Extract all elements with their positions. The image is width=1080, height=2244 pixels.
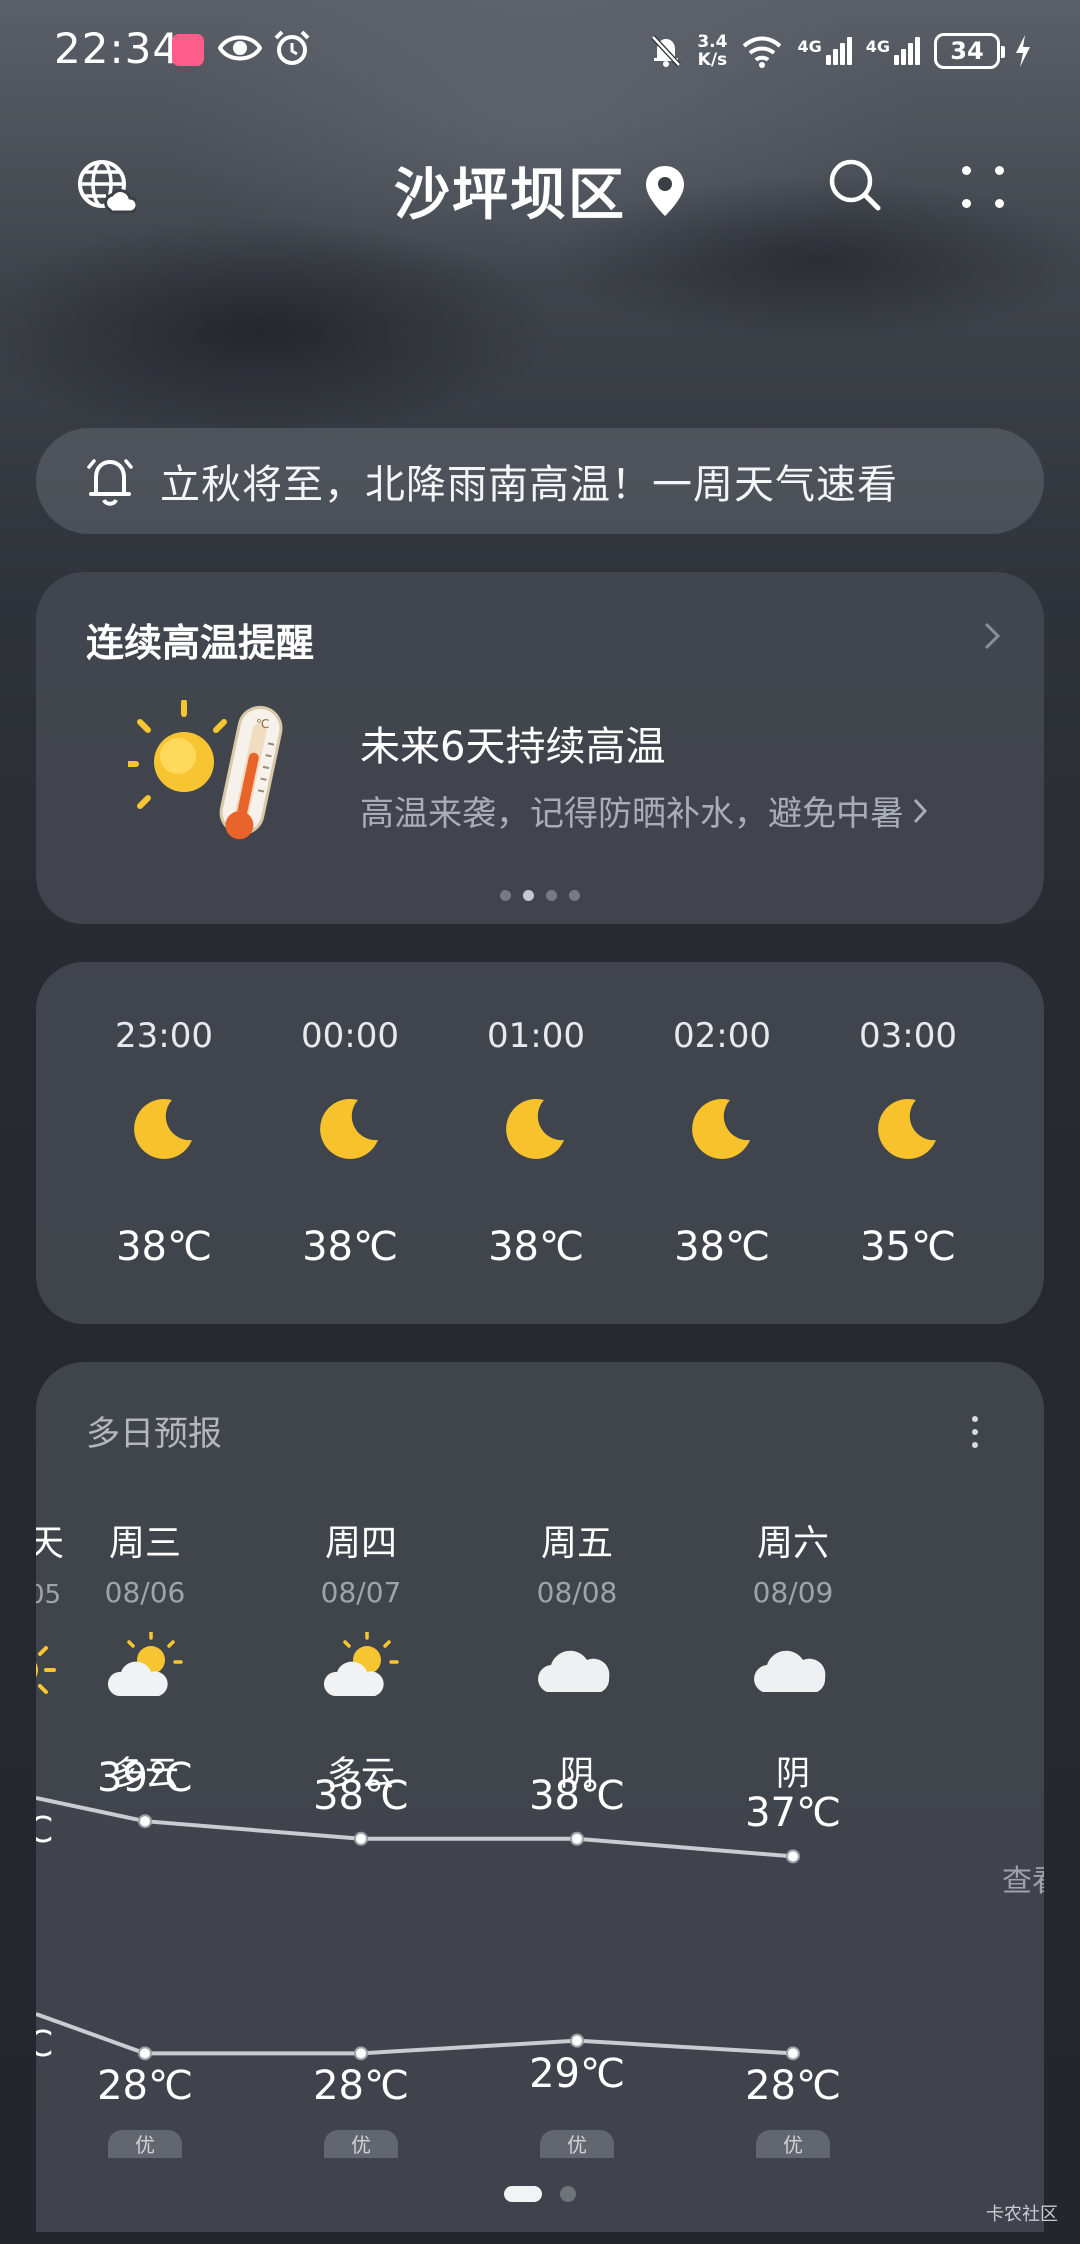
hourly-forecast-card[interactable]: 23:00 38℃ 00:00 38℃ 01:00 38℃ 02:00 38℃ 03:00 35℃…: [36, 962, 1044, 1324]
view-more-link[interactable]: 查看: [1002, 1856, 1044, 1900]
moon-icon: [876, 1096, 940, 1164]
city-selector[interactable]: 沙坪坝区: [394, 150, 686, 231]
carousel-dot: [500, 890, 511, 901]
watermark: 卡农社区: [986, 2204, 1058, 2225]
aqi-badge: 优: [108, 2130, 182, 2158]
news-headline: 立秋将至，北降雨南高温！一周天气速看: [160, 462, 898, 508]
hourly-item: 04 3: [1014, 962, 1044, 1324]
carousel-dot: [546, 890, 557, 901]
aqi-badge: 优: [756, 2130, 830, 2158]
hourly-item: 00:00 38℃: [270, 962, 430, 1324]
hourly-item: 03:00 35℃: [828, 962, 988, 1324]
day-weather: 阴: [776, 1754, 810, 1794]
hourly-time: 02:00: [673, 1016, 771, 1056]
city-name: 沙坪坝区: [394, 163, 626, 228]
aqi-badge: 优: [540, 2130, 614, 2158]
sun-thermometer-icon: ℃: [128, 700, 283, 840]
hourly-temp: 38℃: [674, 1224, 770, 1270]
hourly-time: 04: [1014, 1016, 1044, 1056]
hourly-temp: 35℃: [860, 1224, 956, 1270]
hourly-time: 03:00: [859, 1016, 957, 1056]
alarm-icon: [274, 30, 310, 65]
chevron-right-icon[interactable]: [982, 620, 1002, 652]
day-name: 周六: [756, 1523, 829, 1564]
carousel-dot: [569, 890, 580, 901]
hourly-item: 23:00 38℃: [84, 962, 244, 1324]
moon-icon: [504, 1096, 568, 1164]
day-low-temp: 28℃: [97, 2063, 193, 2110]
daily-item[interactable]: 周三 08/06 多云 39℃ 28℃ 优: [55, 1362, 235, 2232]
location-pin-icon: [646, 165, 684, 216]
moon-icon: [132, 1096, 196, 1164]
page-dot-active: [504, 2186, 542, 2202]
heat-alert-card[interactable]: 连续高温提醒 ℃ 未来6天持续高温 高温来袭，记得防晒补水，避免中暑: [36, 572, 1044, 924]
day-date: 08/06: [104, 1576, 186, 1609]
search-icon[interactable]: [826, 156, 886, 216]
hourly-temp: 38℃: [488, 1224, 584, 1270]
bell-icon: [87, 459, 133, 506]
hourly-time: 01:00: [487, 1016, 585, 1056]
day-high-temp: 37℃: [745, 1790, 841, 1837]
news-banner[interactable]: 立秋将至，北降雨南高温！一周天气速看: [36, 428, 1044, 534]
carousel-indicator: [36, 890, 1044, 901]
wifi-icon: [743, 36, 782, 68]
day-date: 08/08: [536, 1576, 618, 1609]
daily-item[interactable]: 周五 08/08 阴 38℃ 29℃ 优: [487, 1362, 667, 2232]
aqi-badge: 优: [324, 2130, 398, 2158]
daily-forecast-card[interactable]: 多日预报 天 05 C C 查看 周三08/06多云39℃28℃优周四08/07…: [36, 1362, 1044, 2232]
charging-icon: [1016, 35, 1030, 67]
chevron-right-icon: [913, 798, 928, 823]
daily-item[interactable]: 周四 08/07 多云 38℃ 28℃ 优: [271, 1362, 451, 2232]
mute-bell-icon: [651, 35, 682, 67]
status-bar: 22:34 3.4 K/s 4G 4G 34: [0, 0, 1080, 100]
hourly-item: 02:00 38℃: [642, 962, 802, 1324]
eye-icon: [218, 35, 262, 61]
battery-indicator: 34: [934, 33, 1005, 69]
partly-cloudy-icon: [105, 1630, 185, 1706]
hourly-temp: 38℃: [302, 1224, 398, 1270]
day-low-temp: 28℃: [313, 2063, 409, 2110]
cloud-icon: [537, 1632, 617, 1706]
net-speed: 3.4 K/s: [697, 32, 728, 70]
day-name: 周四: [324, 1523, 397, 1564]
status-time: 22:34: [54, 24, 181, 73]
page-indicator: [0, 2186, 1080, 2202]
day-high-temp: 38℃: [313, 1772, 409, 1819]
hourly-time: 23:00: [115, 1016, 213, 1056]
heat-alert-subtitle[interactable]: 高温来袭，记得防晒补水，避免中暑: [360, 786, 928, 835]
app-notification-icon: [172, 34, 204, 66]
day-high-temp: 38℃: [529, 1772, 625, 1819]
day-name: 周三: [108, 1523, 181, 1564]
hourly-time: 00:00: [301, 1016, 399, 1056]
more-options-icon[interactable]: [958, 162, 1008, 212]
moon-icon: [318, 1096, 382, 1164]
signal-1: 4G: [797, 37, 852, 65]
page-dot: [560, 2186, 576, 2202]
day-low-temp: 29℃: [529, 2050, 625, 2097]
daily-item[interactable]: 周六 08/09 阴 37℃ 28℃ 优: [703, 1362, 883, 2232]
heat-alert-headline: 未来6天持续高温: [360, 724, 666, 770]
hourly-temp: 3: [1014, 1224, 1044, 1270]
day-low-temp: 28℃: [745, 2063, 841, 2110]
day-date: 08/07: [320, 1576, 402, 1609]
signal-2: 4G: [866, 37, 920, 65]
partly-cloudy-icon: [321, 1630, 401, 1706]
day-date: 08/09: [752, 1576, 834, 1609]
carousel-dot-active: [523, 890, 534, 901]
day-name: 周五: [540, 1523, 613, 1564]
top-bar: 沙坪坝区: [0, 140, 1080, 230]
thermometer-unit: ℃: [256, 717, 269, 731]
day-high-temp: 39℃: [97, 1755, 193, 1802]
hourly-item: 01:00 38℃: [456, 962, 616, 1324]
hourly-temp: 38℃: [116, 1224, 212, 1270]
moon-icon: [690, 1096, 754, 1164]
heat-alert-title: 连续高温提醒: [86, 621, 315, 665]
cloud-icon: [753, 1632, 833, 1706]
